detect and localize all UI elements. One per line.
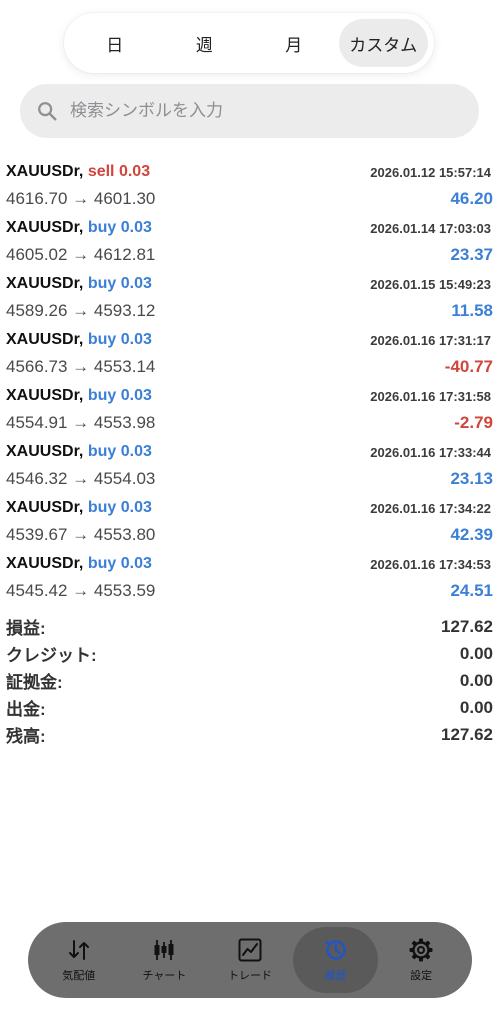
trade-symbol: XAUUSDr, bbox=[6, 387, 84, 404]
trade-side: buy 0.03 bbox=[87, 331, 152, 348]
period-tab-custom[interactable]: カスタム bbox=[338, 19, 428, 67]
trade-row[interactable]: XAUUSDr, buy 0.03 2026.01.16 17:34:22 45… bbox=[6, 495, 493, 551]
symbol-search-input[interactable] bbox=[70, 101, 479, 121]
trade-row[interactable]: XAUUSDr, buy 0.03 2026.01.16 17:31:17 45… bbox=[6, 327, 493, 383]
trade-time: 2026.01.16 17:31:17 bbox=[370, 332, 491, 348]
nav-chart[interactable]: チャート bbox=[122, 927, 208, 993]
trade-symbol: XAUUSDr, bbox=[6, 275, 84, 292]
trade-side: buy 0.03 bbox=[87, 443, 152, 460]
trade-profit: 23.37 bbox=[450, 245, 493, 264]
summary-value: 0.00 bbox=[459, 697, 493, 717]
nav-label: トレード bbox=[227, 970, 272, 982]
trade-history-list: XAUUSDr, sell 0.03 2026.01.12 15:57:14 4… bbox=[6, 159, 493, 607]
trade-row[interactable]: XAUUSDr, sell 0.03 2026.01.12 15:57:14 4… bbox=[6, 159, 493, 215]
nav-label: チャート bbox=[142, 970, 187, 982]
trade-prices: 4605.02 → 4612.81 bbox=[6, 245, 156, 264]
trade-row[interactable]: XAUUSDr, buy 0.03 2026.01.16 17:31:58 45… bbox=[6, 383, 493, 439]
trade-chart-icon bbox=[238, 938, 262, 962]
nav-label: 設定 bbox=[410, 970, 433, 982]
trade-time: 2026.01.16 17:34:22 bbox=[370, 500, 491, 516]
nav-history[interactable]: 履歴 bbox=[292, 927, 379, 993]
gear-icon bbox=[409, 938, 433, 962]
trade-prices: 4589.26 → 4593.12 bbox=[6, 301, 156, 320]
trade-prices: 4554.91 → 4553.98 bbox=[6, 413, 156, 432]
nav-quotes[interactable]: 気配値 bbox=[36, 927, 122, 993]
trade-symbol: XAUUSDr, bbox=[6, 555, 84, 572]
period-tab-week[interactable]: 週 bbox=[160, 19, 250, 67]
trade-side: buy 0.03 bbox=[87, 387, 152, 404]
trade-prices: 4546.32 → 4554.03 bbox=[6, 469, 156, 488]
trade-side: buy 0.03 bbox=[87, 275, 152, 292]
nav-settings[interactable]: 設定 bbox=[378, 927, 464, 993]
account-summary: 損益: 127.62 クレジット: 0.00 証拠金: 0.00 出金: 0.0… bbox=[6, 613, 493, 748]
trade-prices: 4616.70 → 4601.30 bbox=[6, 189, 156, 208]
summary-row-profit: 損益: 127.62 bbox=[6, 613, 493, 640]
trade-time: 2026.01.14 17:03:03 bbox=[370, 220, 491, 236]
period-selector: 日 週 月 カスタム bbox=[64, 13, 434, 73]
candlestick-chart-icon bbox=[154, 940, 174, 960]
trade-time: 2026.01.16 17:33:44 bbox=[370, 444, 491, 460]
trade-symbol: XAUUSDr, bbox=[6, 499, 84, 516]
trade-prices: 4539.67 → 4553.80 bbox=[6, 525, 156, 544]
trade-profit: 11.58 bbox=[451, 301, 493, 320]
period-tab-day[interactable]: 日 bbox=[70, 19, 160, 67]
trade-row[interactable]: XAUUSDr, buy 0.03 2026.01.14 17:03:03 46… bbox=[6, 215, 493, 271]
summary-row-withdrawal: 出金: 0.00 bbox=[6, 694, 493, 721]
history-clock-icon bbox=[324, 940, 346, 960]
trade-profit: -2.79 bbox=[454, 413, 493, 432]
trade-symbol: XAUUSDr, bbox=[6, 331, 84, 348]
trade-row[interactable]: XAUUSDr, buy 0.03 2026.01.15 15:49:23 45… bbox=[6, 271, 493, 327]
summary-row-balance: 残高: 127.62 bbox=[6, 721, 493, 748]
summary-value: 127.62 bbox=[441, 724, 493, 744]
period-tab-month[interactable]: 月 bbox=[249, 19, 339, 67]
summary-label: 残高: bbox=[6, 727, 46, 746]
summary-value: 0.00 bbox=[459, 670, 493, 690]
trade-symbol: XAUUSDr, bbox=[6, 163, 84, 180]
trade-prices: 4545.42 → 4553.59 bbox=[6, 581, 156, 600]
summary-row-credit: クレジット: 0.00 bbox=[6, 640, 493, 667]
trade-side: buy 0.03 bbox=[87, 499, 152, 516]
trade-profit: -40.77 bbox=[444, 357, 493, 376]
trade-symbol: XAUUSDr, bbox=[6, 443, 84, 460]
summary-label: クレジット: bbox=[6, 646, 97, 665]
summary-value: 0.00 bbox=[459, 643, 493, 663]
trade-row[interactable]: XAUUSDr, buy 0.03 2026.01.16 17:33:44 45… bbox=[6, 439, 493, 495]
trade-profit: 46.20 bbox=[450, 189, 493, 208]
trade-profit: 24.51 bbox=[450, 581, 493, 600]
trade-row[interactable]: XAUUSDr, buy 0.03 2026.01.16 17:34:53 45… bbox=[6, 551, 493, 607]
trade-time: 2026.01.16 17:31:58 bbox=[370, 388, 491, 404]
trade-time: 2026.01.12 15:57:14 bbox=[370, 164, 491, 180]
trade-time: 2026.01.16 17:34:53 bbox=[370, 556, 491, 572]
trade-side: buy 0.03 bbox=[87, 555, 152, 572]
nav-trade[interactable]: トレード bbox=[207, 927, 293, 993]
bottom-nav-bar: 気配値 チャート トレード 履歴 設定 bbox=[28, 922, 472, 998]
summary-row-margin: 証拠金: 0.00 bbox=[6, 667, 493, 694]
trade-side: sell 0.03 bbox=[87, 163, 151, 180]
summary-value: 127.62 bbox=[441, 616, 493, 636]
symbol-search-bar[interactable] bbox=[20, 84, 479, 138]
summary-label: 出金: bbox=[6, 700, 46, 719]
summary-label: 損益: bbox=[6, 619, 46, 638]
trade-prices: 4566.73 → 4553.14 bbox=[6, 357, 156, 376]
nav-label: 履歴 bbox=[324, 970, 347, 982]
trade-symbol: XAUUSDr, bbox=[6, 219, 84, 236]
trade-side: buy 0.03 bbox=[87, 219, 152, 236]
search-icon bbox=[38, 102, 57, 121]
trade-time: 2026.01.15 15:49:23 bbox=[370, 276, 491, 292]
quotes-arrows-icon bbox=[68, 940, 89, 960]
trade-profit: 42.39 bbox=[450, 525, 493, 544]
nav-label: 気配値 bbox=[62, 970, 96, 982]
summary-label: 証拠金: bbox=[6, 673, 63, 692]
trade-profit: 23.13 bbox=[450, 469, 493, 488]
